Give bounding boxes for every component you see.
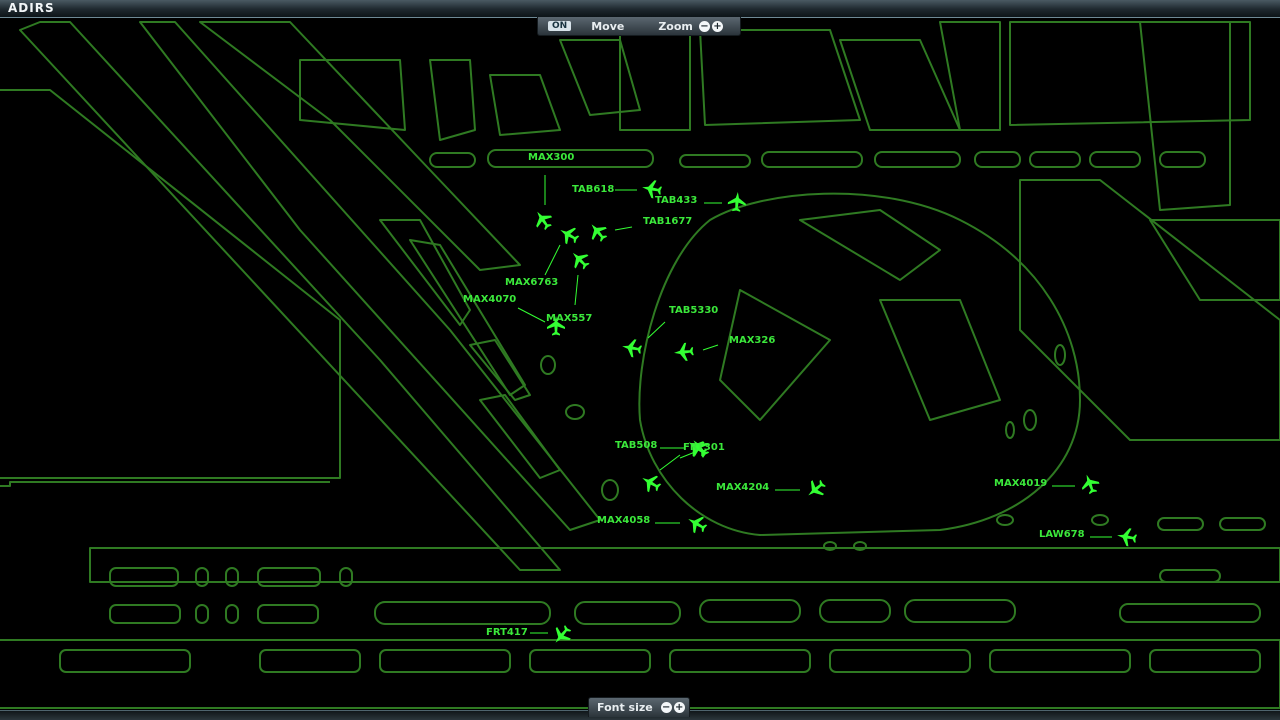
aircraft[interactable]: MAX6763 <box>505 222 582 288</box>
zoom-label: Zoom <box>658 19 693 33</box>
app-title: ADIRS <box>8 1 55 15</box>
aircraft-callsign[interactable]: MAX4019 <box>994 478 1047 489</box>
font-decrease-button[interactable]: − <box>660 702 672 713</box>
aircraft-callsign[interactable]: MAX326 <box>729 335 775 346</box>
aircraft-callsign[interactable]: MAX557 <box>546 313 592 324</box>
aircraft-icon[interactable] <box>530 207 556 233</box>
aircraft[interactable]: MAX4058 <box>597 511 710 536</box>
aircraft-callsign[interactable]: TAB1677 <box>643 216 692 227</box>
aircraft-callsign[interactable]: FRT417 <box>486 627 528 638</box>
aircraft-icon[interactable] <box>567 247 594 274</box>
aircraft[interactable]: TAB433 <box>655 191 747 212</box>
font-size-label: Font size <box>597 701 653 714</box>
aircraft-callsign[interactable]: TAB508 <box>615 440 657 451</box>
font-size-control: Font size − + <box>588 697 690 717</box>
aircraft-icon[interactable] <box>638 470 664 495</box>
aircraft-icon[interactable] <box>1116 526 1138 547</box>
zoom-in-button[interactable]: + <box>711 20 723 32</box>
move-button[interactable]: Move <box>591 20 624 33</box>
aircraft-callsign[interactable]: FRT301 <box>683 442 725 453</box>
aircraft-callsign[interactable]: MAX4204 <box>716 482 769 493</box>
aircraft-callsign[interactable]: MAX4070 <box>463 294 516 305</box>
aircraft-icon[interactable] <box>673 342 694 362</box>
aircraft[interactable] <box>638 454 681 496</box>
aircraft[interactable]: TAB5330 <box>621 305 719 359</box>
aircraft-callsign[interactable]: TAB5330 <box>669 305 718 316</box>
aircraft[interactable]: MAX4204 <box>716 476 829 502</box>
aircraft-icon[interactable] <box>803 476 830 502</box>
aircraft-icon[interactable] <box>1078 472 1102 496</box>
font-increase-button[interactable]: + <box>673 702 685 713</box>
aircraft-callsign[interactable]: LAW678 <box>1039 529 1085 540</box>
map-control-bar: ON Move Zoom − + <box>537 17 741 36</box>
aircraft-callsign[interactable]: TAB433 <box>655 195 697 206</box>
leader-line <box>659 454 681 471</box>
leader-line <box>647 321 666 339</box>
zoom-out-button[interactable]: − <box>698 20 710 32</box>
aircraft[interactable]: LAW678 <box>1039 526 1138 547</box>
leader-line <box>544 244 561 276</box>
leader-line <box>574 274 579 306</box>
aircraft-callsign[interactable]: MAX6763 <box>505 277 558 288</box>
aircraft[interactable]: MAX4019 <box>994 472 1102 496</box>
aircraft-icon[interactable] <box>549 622 575 649</box>
aircraft-callsign[interactable]: MAX300 <box>528 152 574 163</box>
aircraft-icon[interactable] <box>621 337 643 358</box>
aircraft[interactable]: TAB1677 <box>585 216 693 245</box>
aircraft-icon[interactable] <box>727 191 747 212</box>
airport-map[interactable]: MAX300 TAB618 TAB433 TAB1677 MAX6763 MAX4070 M… <box>0 18 1280 710</box>
aircraft-icon[interactable] <box>684 511 710 536</box>
aircraft[interactable]: MAX326 <box>673 335 775 362</box>
aircraft[interactable]: FRT417 <box>486 622 575 649</box>
aircraft-layer: MAX300 TAB618 TAB433 TAB1677 MAX6763 MAX4070 M… <box>463 152 1138 649</box>
title-bar: ADIRS <box>0 0 1280 18</box>
aircraft-icon[interactable] <box>585 219 611 246</box>
on-toggle[interactable]: ON <box>548 21 572 31</box>
aircraft-callsign[interactable]: MAX4058 <box>597 515 650 526</box>
aircraft-callsign[interactable]: TAB618 <box>572 184 614 195</box>
aircraft-icon[interactable] <box>556 222 582 247</box>
leader-line <box>517 307 546 323</box>
aircraft[interactable]: FRT301 <box>679 435 725 462</box>
leader-line <box>614 226 633 231</box>
aircraft[interactable]: MAX300 <box>528 152 574 233</box>
leader-line <box>702 344 719 351</box>
aircraft[interactable]: TAB618 <box>572 178 663 199</box>
